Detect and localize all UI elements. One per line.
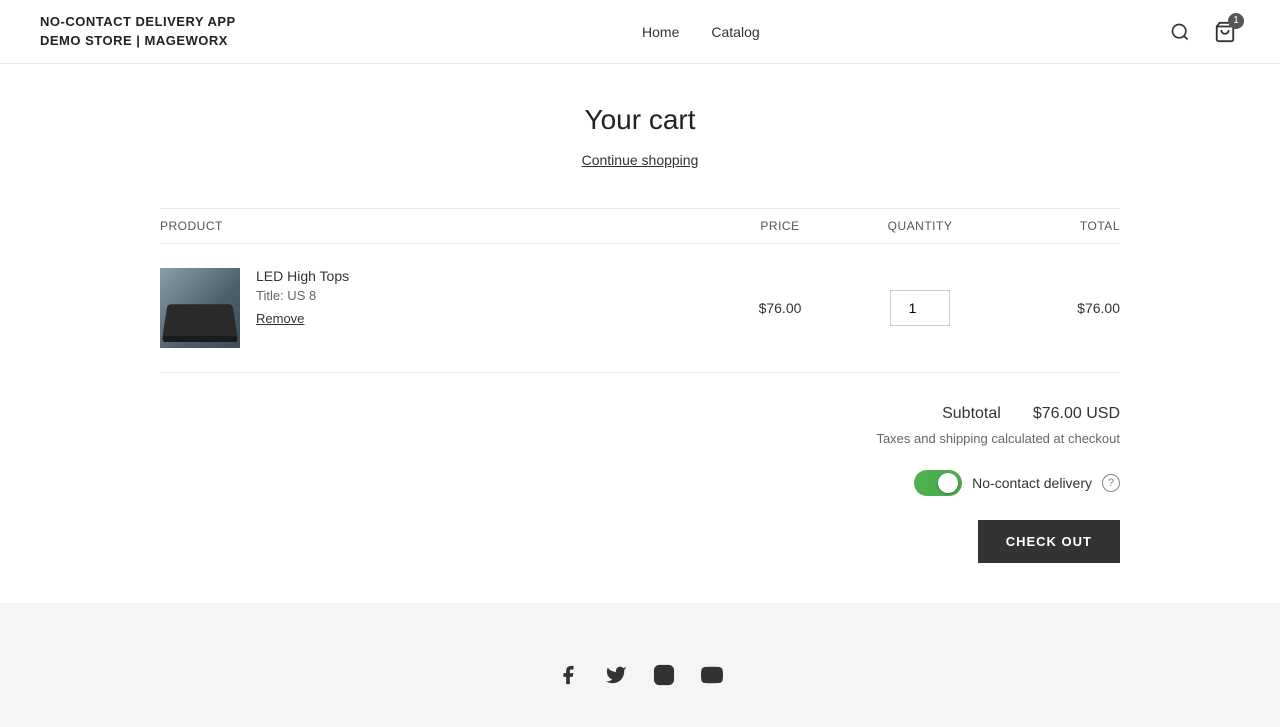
col-quantity: QUANTITY [840, 219, 1000, 233]
continue-shopping-link[interactable]: Continue shopping [160, 152, 1120, 168]
facebook-icon[interactable] [556, 663, 580, 687]
product-variant: Title: US 8 [256, 288, 349, 303]
nocontact-label: No-contact delivery [972, 475, 1092, 491]
item-total: $76.00 [1000, 300, 1120, 316]
cart-table-header: PRODUCT PRICE QUANTITY TOTAL [160, 208, 1120, 244]
main-nav: Home Catalog [642, 24, 760, 40]
nocontact-toggle[interactable] [914, 470, 962, 496]
tax-shipping-note: Taxes and shipping calculated at checkou… [876, 431, 1120, 446]
subtotal-label: Subtotal [942, 405, 1001, 423]
store-name: NO-CONTACT DELIVERY APP DEMO STORE | MAG… [40, 13, 236, 49]
subtotal-row: Subtotal $76.00 USD [942, 405, 1120, 423]
col-product: PRODUCT [160, 219, 720, 233]
cart-row: LED High Tops Title: US 8 Remove $76.00 … [160, 244, 1120, 373]
search-icon [1170, 22, 1190, 42]
product-image [160, 268, 240, 348]
cart-summary: Subtotal $76.00 USD Taxes and shipping c… [160, 405, 1120, 563]
toggle-thumb [938, 473, 958, 493]
quantity-cell [840, 290, 1000, 326]
nocontact-info-icon[interactable]: ? [1102, 474, 1120, 492]
quantity-input[interactable] [890, 290, 950, 326]
col-price: PRICE [720, 219, 840, 233]
subtotal-value: $76.00 USD [1033, 405, 1120, 423]
checkout-button[interactable]: CHECK OUT [978, 520, 1120, 563]
nav-catalog[interactable]: Catalog [711, 24, 759, 40]
footer [0, 603, 1280, 727]
nav-home[interactable]: Home [642, 24, 679, 40]
instagram-icon[interactable] [652, 663, 676, 687]
col-total: TOTAL [1000, 219, 1120, 233]
item-price: $76.00 [720, 300, 840, 316]
remove-button[interactable]: Remove [256, 311, 349, 326]
social-icons [20, 663, 1260, 687]
product-cell: LED High Tops Title: US 8 Remove [160, 268, 720, 348]
product-name: LED High Tops [256, 268, 349, 284]
cart-badge: 1 [1228, 13, 1244, 29]
page-title: Your cart [160, 104, 1120, 136]
youtube-icon[interactable] [700, 663, 724, 687]
header-icons: 1 [1166, 17, 1240, 47]
cart-button[interactable]: 1 [1210, 17, 1240, 47]
product-info: LED High Tops Title: US 8 Remove [256, 268, 349, 326]
twitter-icon[interactable] [604, 663, 628, 687]
nocontact-row: No-contact delivery ? [914, 470, 1120, 496]
search-button[interactable] [1166, 18, 1194, 46]
toggle-track [914, 470, 962, 496]
